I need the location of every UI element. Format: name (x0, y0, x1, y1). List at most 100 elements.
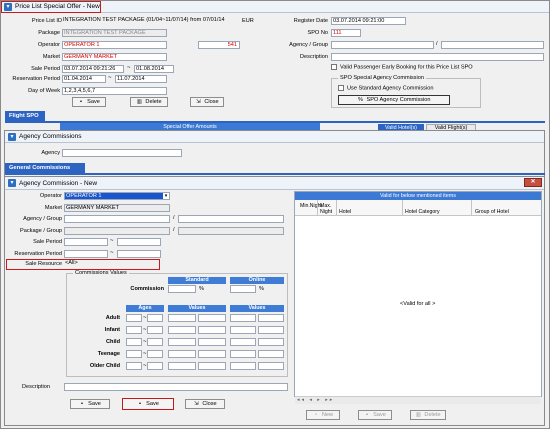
online-value-input-1[interactable] (230, 350, 256, 358)
valid-items-header: Valid for below mentioned items (295, 192, 541, 200)
agency-field[interactable] (331, 41, 434, 49)
sale-period-to[interactable] (117, 238, 161, 246)
age-from-input[interactable] (126, 326, 142, 334)
age-range-tilde: ~ (143, 327, 147, 333)
grid-new-button[interactable]: ▫ New (306, 410, 340, 420)
window-close-button[interactable]: ✕ (524, 178, 542, 187)
standard-value-input-2[interactable] (198, 338, 226, 346)
agency-field[interactable] (64, 215, 170, 223)
standard-commission-input[interactable] (168, 285, 196, 293)
reservation-period-from[interactable] (64, 250, 108, 258)
col-divider (402, 200, 403, 216)
age-from-input[interactable] (126, 350, 142, 358)
standard-value-input-2[interactable] (198, 326, 226, 334)
spo-agency-commission-group-label: SPO Special Agency Commission (338, 75, 426, 81)
package-group-label: Package / Group (20, 228, 62, 234)
online-commission-input[interactable] (230, 285, 256, 293)
description-field[interactable] (64, 383, 288, 391)
valid-items-panel (294, 191, 542, 397)
tab-flight-spo[interactable]: Flight SPO (5, 111, 45, 121)
online-value-input-1[interactable] (230, 338, 256, 346)
age-to-input[interactable] (147, 326, 163, 334)
standard-value-input-1[interactable] (168, 338, 196, 346)
agency-label: Agency (41, 150, 60, 156)
online-value-input-1[interactable] (230, 326, 256, 334)
operator-field[interactable]: OPERATOR 1 (62, 41, 167, 49)
package-field: INTEGRATION TEST PACKAGE (62, 29, 167, 37)
reservation-period-to[interactable] (117, 250, 161, 258)
reservation-period-from[interactable]: 01.04.2014 (62, 75, 106, 83)
market-field: GERMANY MARKET (64, 204, 170, 212)
horizontal-scrollbar[interactable]: ◂◂ ◂ ▸ ▸▸ (295, 396, 541, 404)
age-from-input[interactable] (126, 362, 142, 370)
package-label: Package (38, 30, 60, 36)
currency-label: EUR (242, 18, 254, 24)
description-field[interactable] (331, 53, 544, 61)
use-standard-commission-checkbox[interactable]: Use Standard Agency Commission (338, 85, 433, 91)
save-highlighted-button[interactable]: ▪ Save (122, 398, 174, 410)
age-from-input[interactable] (126, 338, 142, 346)
age-to-input[interactable] (147, 362, 163, 370)
online-value-input-1[interactable] (230, 362, 256, 370)
standard-value-input-2[interactable] (198, 362, 226, 370)
use-standard-commission-check[interactable] (338, 85, 344, 91)
package-slash: / (173, 227, 175, 233)
commission-label: Commission (130, 286, 164, 292)
age-row-label: Teenage (97, 351, 120, 357)
online-value-input-2[interactable] (258, 326, 284, 334)
early-booking-check[interactable] (331, 64, 337, 70)
market-field[interactable]: GERMANY MARKET (62, 53, 167, 61)
save-left-button[interactable]: ▪ Save (70, 399, 110, 409)
standard-value-input-1[interactable] (168, 314, 196, 322)
age-to-input[interactable] (147, 314, 163, 322)
online-value-input-2[interactable] (258, 362, 284, 370)
standard-value-input-1[interactable] (168, 350, 196, 358)
sale-resource-field[interactable]: <All> (64, 260, 156, 268)
register-date-field: 03.07.2014 09:21:00 (331, 17, 406, 25)
sale-period-from[interactable] (64, 238, 108, 246)
window-titlebar: ▾ Agency Commissions (5, 131, 544, 143)
col-hotel: Hotel (339, 209, 352, 215)
group-field[interactable] (178, 215, 284, 223)
online-header: Online (230, 277, 284, 284)
age-to-input[interactable] (147, 350, 163, 358)
price-list-field[interactable]: INTEGRATION TEST PACKAGE (01/04~11/07/14… (62, 17, 240, 25)
online-value-input-2[interactable] (258, 350, 284, 358)
tab-general-commissions[interactable]: General Commissions (5, 163, 85, 173)
early-booking-checkbox[interactable]: Valid Passenger Early Booking for this P… (331, 64, 473, 70)
online-value-input-2[interactable] (258, 314, 284, 322)
sale-period-from[interactable]: 03.07.2014 09:21:26 (62, 65, 124, 73)
sale-period-to[interactable]: 01.08.2014 (134, 65, 174, 73)
standard-value-input-1[interactable] (168, 362, 196, 370)
close-button[interactable]: ⇲ Close (185, 399, 225, 409)
spo-agency-commission-button[interactable]: % SPO Agency Commission (338, 95, 450, 105)
close-button[interactable]: ⇲ Close (190, 97, 224, 107)
col-divider (471, 200, 472, 216)
delete-button[interactable]: ▥ Delete (130, 97, 168, 107)
age-from-input[interactable] (126, 314, 142, 322)
age-to-input[interactable] (147, 338, 163, 346)
market-label: Market (42, 54, 60, 60)
save-button[interactable]: ▪ Save (72, 97, 106, 107)
spo-no-field[interactable]: 111 (331, 29, 361, 37)
operator-code-field[interactable]: 541 (198, 41, 240, 49)
group-field[interactable] (441, 41, 544, 49)
online-value-input-2[interactable] (258, 338, 284, 346)
sale-resource-label: Sale Resource (25, 261, 62, 267)
floppy-icon: ▪ (81, 401, 84, 407)
day-of-week-field[interactable]: 1,2,3,4,5,6,7 (62, 87, 167, 95)
reservation-period-to[interactable]: 11.07.2014 (115, 75, 167, 83)
online-value-input-1[interactable] (230, 314, 256, 322)
values-header: Values (168, 305, 226, 312)
grid-save-button[interactable]: ▪ Save (358, 410, 392, 420)
standard-value-input-2[interactable] (198, 350, 226, 358)
chevron-down-icon[interactable]: ▾ (163, 193, 169, 199)
standard-value-input-2[interactable] (198, 314, 226, 322)
grid-delete-button[interactable]: ▥ Delete (410, 410, 446, 420)
agency-search-field[interactable] (62, 149, 182, 157)
floppy-icon: ▪ (139, 401, 142, 407)
standard-header: Standard (168, 277, 226, 284)
standard-value-input-1[interactable] (168, 326, 196, 334)
col-min-night: Min.Night (300, 203, 322, 209)
operator-select[interactable]: OPERATOR 1 ▾ (64, 192, 170, 200)
